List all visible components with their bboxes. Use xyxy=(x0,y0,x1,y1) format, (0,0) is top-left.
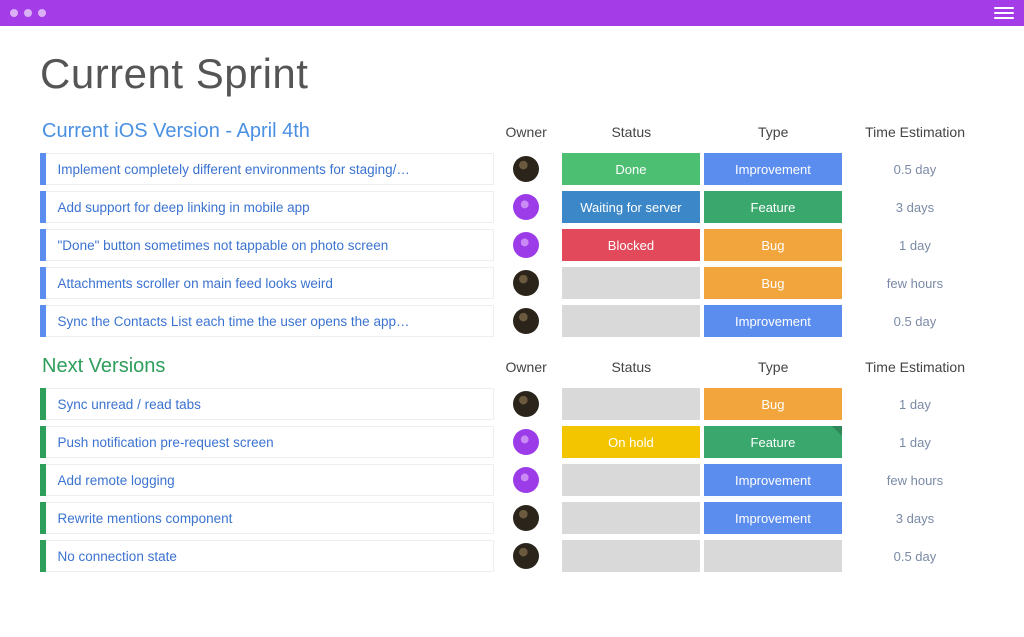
status-cell[interactable] xyxy=(562,388,700,420)
status-cell[interactable]: On hold xyxy=(562,426,700,458)
column-header-time: Time Estimation xyxy=(846,359,984,375)
owner-cell[interactable] xyxy=(494,305,558,337)
task-row: Push notification pre-request screen On h… xyxy=(40,426,984,458)
type-cell[interactable]: Improvement xyxy=(704,464,842,496)
time-estimation-cell[interactable]: 3 days xyxy=(846,502,984,534)
status-cell[interactable] xyxy=(562,502,700,534)
owner-cell[interactable] xyxy=(494,502,558,534)
window-dot[interactable] xyxy=(24,9,32,17)
window-controls[interactable] xyxy=(10,9,46,17)
owner-cell[interactable] xyxy=(494,540,558,572)
task-name[interactable]: Add support for deep linking in mobile a… xyxy=(46,191,494,223)
task-row: Rewrite mentions component Improvement3 d… xyxy=(40,502,984,534)
avatar[interactable] xyxy=(513,308,539,334)
task-row: Attachments scroller on main feed looks … xyxy=(40,267,984,299)
group-current: Current iOS Version - April 4thOwnerStat… xyxy=(40,116,984,337)
task-row: Sync unread / read tabs Bug1 day xyxy=(40,388,984,420)
window-dot[interactable] xyxy=(38,9,46,17)
type-cell[interactable]: Feature xyxy=(704,191,842,223)
task-name[interactable]: Sync the Contacts List each time the use… xyxy=(46,305,494,337)
avatar[interactable] xyxy=(513,543,539,569)
time-estimation-cell[interactable]: few hours xyxy=(846,267,984,299)
window-titlebar xyxy=(0,0,1024,26)
column-header-owner: Owner xyxy=(494,359,558,375)
menu-icon[interactable] xyxy=(994,7,1014,19)
status-cell[interactable]: Blocked xyxy=(562,229,700,261)
status-cell[interactable] xyxy=(562,305,700,337)
owner-cell[interactable] xyxy=(494,426,558,458)
task-name[interactable]: No connection state xyxy=(46,540,494,572)
avatar[interactable] xyxy=(513,270,539,296)
owner-cell[interactable] xyxy=(494,267,558,299)
task-name[interactable]: Push notification pre-request screen xyxy=(46,426,494,458)
column-header-type: Type xyxy=(704,124,842,140)
page-title: Current Sprint xyxy=(40,50,984,98)
column-header-time: Time Estimation xyxy=(846,124,984,140)
time-estimation-cell[interactable]: few hours xyxy=(846,464,984,496)
group-header: Next VersionsOwnerStatusTypeTime Estimat… xyxy=(40,351,984,388)
time-estimation-cell[interactable]: 0.5 day xyxy=(846,305,984,337)
status-cell[interactable] xyxy=(562,540,700,572)
group-next: Next VersionsOwnerStatusTypeTime Estimat… xyxy=(40,351,984,572)
task-row: Add support for deep linking in mobile a… xyxy=(40,191,984,223)
type-cell[interactable]: Bug xyxy=(704,388,842,420)
status-cell[interactable] xyxy=(562,267,700,299)
type-cell[interactable]: Improvement xyxy=(704,502,842,534)
task-row: No connection state 0.5 day xyxy=(40,540,984,572)
time-estimation-cell[interactable]: 0.5 day xyxy=(846,540,984,572)
type-cell[interactable]: Bug xyxy=(704,229,842,261)
type-cell[interactable]: Improvement xyxy=(704,153,842,185)
task-row: "Done" button sometimes not tappable on … xyxy=(40,229,984,261)
type-cell[interactable]: Bug xyxy=(704,267,842,299)
avatar[interactable] xyxy=(513,391,539,417)
owner-cell[interactable] xyxy=(494,229,558,261)
task-row: Sync the Contacts List each time the use… xyxy=(40,305,984,337)
avatar[interactable] xyxy=(513,467,539,493)
task-row: Add remote logging Improvementfew hours xyxy=(40,464,984,496)
avatar[interactable] xyxy=(513,505,539,531)
column-header-status: Status xyxy=(562,359,700,375)
owner-cell[interactable] xyxy=(494,388,558,420)
group-header: Current iOS Version - April 4thOwnerStat… xyxy=(40,116,984,153)
avatar[interactable] xyxy=(513,429,539,455)
owner-cell[interactable] xyxy=(494,153,558,185)
column-header-status: Status xyxy=(562,124,700,140)
column-header-owner: Owner xyxy=(494,124,558,140)
status-cell[interactable]: Done xyxy=(562,153,700,185)
column-header-type: Type xyxy=(704,359,842,375)
task-name[interactable]: Add remote logging xyxy=(46,464,494,496)
group-title[interactable]: Current iOS Version - April 4th xyxy=(40,120,494,143)
avatar[interactable] xyxy=(513,156,539,182)
task-name[interactable]: Sync unread / read tabs xyxy=(46,388,494,420)
avatar[interactable] xyxy=(513,194,539,220)
task-name[interactable]: Implement completely different environme… xyxy=(46,153,494,185)
task-name[interactable]: Rewrite mentions component xyxy=(46,502,494,534)
type-cell[interactable] xyxy=(704,540,842,572)
time-estimation-cell[interactable]: 1 day xyxy=(846,229,984,261)
task-name[interactable]: Attachments scroller on main feed looks … xyxy=(46,267,494,299)
avatar[interactable] xyxy=(513,232,539,258)
status-cell[interactable]: Waiting for server xyxy=(562,191,700,223)
window-dot[interactable] xyxy=(10,9,18,17)
group-title[interactable]: Next Versions xyxy=(40,355,494,378)
time-estimation-cell[interactable]: 1 day xyxy=(846,388,984,420)
status-cell[interactable] xyxy=(562,464,700,496)
owner-cell[interactable] xyxy=(494,191,558,223)
task-row: Implement completely different environme… xyxy=(40,153,984,185)
time-estimation-cell[interactable]: 0.5 day xyxy=(846,153,984,185)
time-estimation-cell[interactable]: 1 day xyxy=(846,426,984,458)
type-cell[interactable]: Feature xyxy=(704,426,842,458)
type-cell[interactable]: Improvement xyxy=(704,305,842,337)
task-name[interactable]: "Done" button sometimes not tappable on … xyxy=(46,229,494,261)
time-estimation-cell[interactable]: 3 days xyxy=(846,191,984,223)
owner-cell[interactable] xyxy=(494,464,558,496)
